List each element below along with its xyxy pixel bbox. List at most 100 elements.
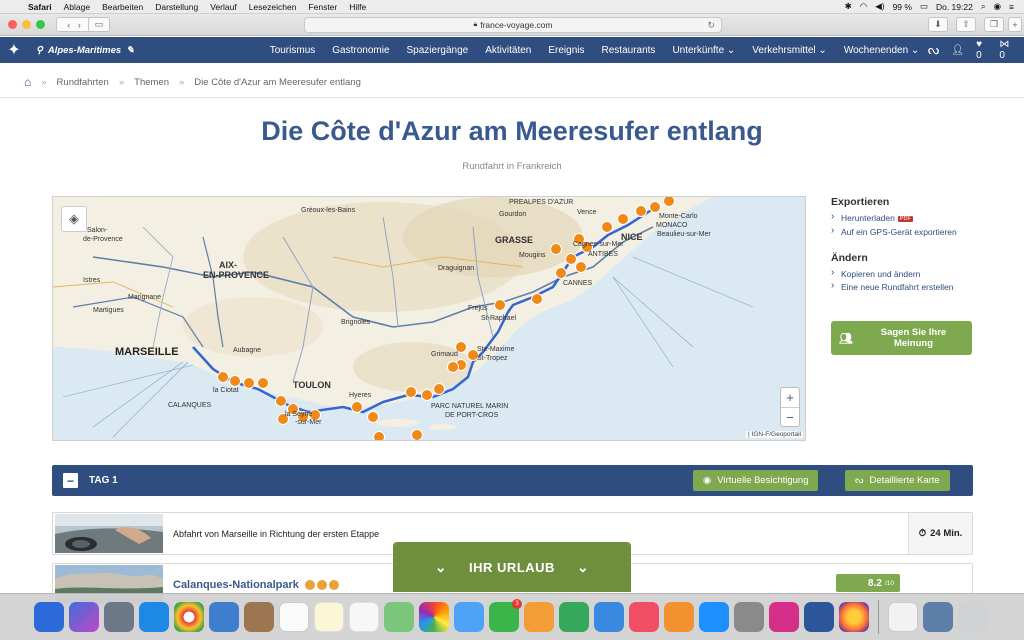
- address-bar[interactable]: 🔒︎ france-voyage.com ↻: [304, 17, 722, 33]
- bluetooth-icon[interactable]: ✱: [845, 1, 852, 12]
- menu-fenster[interactable]: Fenster: [302, 2, 343, 12]
- menu-app-name[interactable]: Safari: [22, 2, 58, 12]
- contacts-icon[interactable]: [244, 602, 274, 632]
- map-attribution[interactable]: | IGN-F/Geoportail: [746, 431, 803, 438]
- copy-edit-link[interactable]: Kopieren und ändern: [831, 268, 981, 279]
- nav-wochenenden[interactable]: Wochenenden ⌄: [835, 45, 927, 56]
- user-icon[interactable]: 👤︎: [951, 45, 964, 56]
- nav-ereignis[interactable]: Ereignis: [540, 45, 593, 56]
- breadcrumb-rundfahrten[interactable]: Rundfahrten: [57, 77, 109, 88]
- finder-icon[interactable]: [34, 602, 64, 632]
- nav-aktivitaeten[interactable]: Aktivitäten: [477, 45, 540, 56]
- ihr-urlaub-panel-toggle[interactable]: ⌄ IHR URLAUB ⌄: [393, 542, 631, 592]
- nav-unterkuenfte[interactable]: Unterkünfte ⌄: [664, 45, 744, 56]
- tabs-overview-button[interactable]: ❐: [984, 17, 1004, 32]
- duration-value: 24 Min.: [930, 528, 963, 539]
- notification-center-icon[interactable]: ≡: [1009, 2, 1014, 12]
- nav-verkehrsmittel[interactable]: Verkehrsmittel ⌄: [744, 45, 836, 56]
- calendar-icon[interactable]: [279, 602, 309, 632]
- detail-map-button[interactable]: ᔓ Detaillierte Karte: [845, 470, 950, 491]
- downloads-stack-icon[interactable]: [888, 602, 918, 632]
- volume-icon[interactable]: ◀): [875, 1, 884, 12]
- preview-icon[interactable]: [209, 602, 239, 632]
- app-store-icon[interactable]: [699, 602, 729, 632]
- firefox-icon[interactable]: [839, 602, 869, 632]
- share-button[interactable]: ⇧: [956, 17, 976, 32]
- menu-lesezeichen[interactable]: Lesezeichen: [243, 2, 303, 12]
- home-icon[interactable]: ⌂: [24, 75, 31, 89]
- virtual-tour-button[interactable]: ◉ Virtuelle Besichtigung: [693, 470, 819, 491]
- day-header[interactable]: − TAG 1 ◉ Virtuelle Besichtigung ᔓ Detai…: [52, 465, 973, 496]
- music-icon[interactable]: [629, 602, 659, 632]
- keynote-icon[interactable]: [594, 602, 624, 632]
- chevron-down-icon: ⌄: [434, 558, 448, 575]
- zoom-in-button[interactable]: +: [781, 388, 799, 407]
- back-forward-buttons[interactable]: ‹ ›: [56, 17, 92, 32]
- sidebar-icon: ▭: [94, 19, 104, 29]
- new-tab-button[interactable]: +: [1008, 17, 1022, 32]
- facetime-icon[interactable]: 3: [489, 599, 522, 632]
- notes-icon[interactable]: [314, 602, 344, 632]
- numbers-icon[interactable]: [559, 602, 589, 632]
- nav-restaurants[interactable]: Restaurants: [593, 45, 664, 56]
- nav-tourismus[interactable]: Tourismus: [261, 45, 324, 56]
- reminders-icon[interactable]: [349, 602, 379, 632]
- minimize-window-button[interactable]: [22, 20, 31, 29]
- new-tour-link[interactable]: Eine neue Rundfahrt erstellen: [831, 281, 981, 292]
- chrome-icon[interactable]: [174, 602, 204, 632]
- menu-hilfe[interactable]: Hilfe: [343, 2, 372, 12]
- map-label-martigues: Martigues: [93, 307, 124, 314]
- itinerary-icon[interactable]: ᔓ: [928, 42, 940, 58]
- launchpad-icon[interactable]: [104, 602, 134, 632]
- download-link[interactable]: HerunterladenPDF: [831, 212, 981, 224]
- screenshot-stack-icon[interactable]: [923, 602, 953, 632]
- sidebar-toggle-button[interactable]: ▭: [88, 17, 110, 32]
- siri-app-icon[interactable]: [69, 602, 99, 632]
- share-list-button[interactable]: ⋈ 0: [999, 39, 1014, 61]
- downloads-button[interactable]: ⬇: [928, 17, 948, 32]
- messages-icon[interactable]: [454, 602, 484, 632]
- gps-export-link[interactable]: Auf ein GPS-Gerät exportieren: [831, 226, 981, 237]
- map-layers-button[interactable]: ◈: [61, 206, 87, 232]
- wifi-icon[interactable]: ◠: [860, 1, 867, 12]
- breadcrumb-themen[interactable]: Themen: [134, 77, 169, 88]
- reload-icon[interactable]: ↻: [707, 20, 715, 31]
- map-label-aubagne: Aubagne: [233, 347, 262, 354]
- map-label-salon-2: de-Provence: [83, 236, 123, 243]
- download-link-label: Herunterladen: [841, 213, 895, 223]
- region-selector[interactable]: ⚲ Alpes-Maritimes ✎: [28, 45, 237, 56]
- forward-arrow-icon[interactable]: ›: [78, 20, 81, 30]
- dock-divider: [878, 600, 879, 634]
- stage-name-text[interactable]: Calanques-Nationalpark: [173, 579, 299, 591]
- sky-go-icon[interactable]: [769, 602, 799, 632]
- menu-ablage[interactable]: Ablage: [58, 2, 96, 12]
- zoom-out-button[interactable]: −: [781, 407, 799, 426]
- maps-icon[interactable]: [384, 602, 414, 632]
- spotlight-icon[interactable]: ⌕: [981, 1, 986, 12]
- nav-spaziergaenge[interactable]: Spaziergänge: [398, 45, 477, 56]
- favorites-button[interactable]: ♥ 0: [976, 39, 987, 61]
- system-preferences-icon[interactable]: [734, 602, 764, 632]
- trash-icon[interactable]: [958, 602, 988, 632]
- menu-darstellung[interactable]: Darstellung: [149, 2, 204, 12]
- pencil-icon[interactable]: ✎: [126, 45, 134, 56]
- review-button[interactable]: 👥︎ Sagen Sie Ihre Meinung: [831, 321, 972, 355]
- word-icon[interactable]: [804, 602, 834, 632]
- menu-verlauf[interactable]: Verlauf: [204, 2, 242, 12]
- books-icon[interactable]: [664, 602, 694, 632]
- pages-icon[interactable]: [524, 602, 554, 632]
- close-window-button[interactable]: [8, 20, 17, 29]
- zoom-window-button[interactable]: [36, 20, 45, 29]
- photos-icon[interactable]: [419, 602, 449, 632]
- collapse-day-icon[interactable]: −: [63, 473, 78, 488]
- battery-icon[interactable]: ▭: [920, 1, 928, 12]
- site-logo-icon[interactable]: ✦: [0, 37, 28, 63]
- siri-icon[interactable]: ◉: [994, 1, 1001, 12]
- map-zoom-control: + −: [780, 387, 800, 427]
- nav-gastronomie[interactable]: Gastronomie: [324, 45, 398, 56]
- safari-icon[interactable]: [139, 602, 169, 632]
- menu-bearbeiten[interactable]: Bearbeiten: [96, 2, 149, 12]
- route-map[interactable]: ◈ MARSEILLE AIX- EN-PROVENCE TOULON NICE…: [52, 196, 806, 441]
- clock[interactable]: Do. 19:22: [936, 2, 973, 12]
- back-arrow-icon[interactable]: ‹: [67, 20, 70, 30]
